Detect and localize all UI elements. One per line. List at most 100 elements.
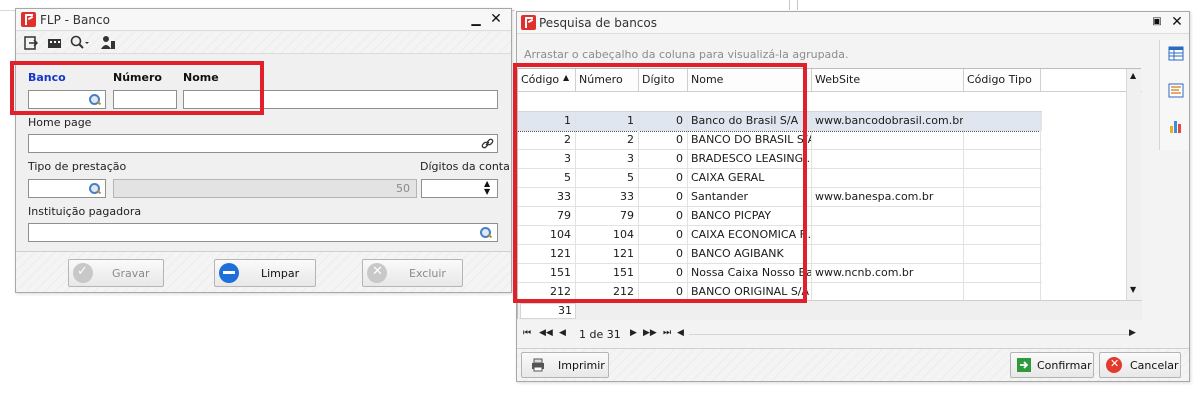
search-icon[interactable]	[70, 35, 90, 50]
next-page-icon[interactable]: ▶	[630, 328, 637, 338]
last-page-icon[interactable]: ⏭	[663, 328, 671, 338]
button-bar: ✓ Gravar Limpar ✕ Excluir	[16, 251, 511, 292]
instituicao-input[interactable]	[28, 223, 498, 242]
table-row[interactable]: 104 104 0 CAIXA ECONOMICA F...	[518, 226, 1042, 245]
pager-divider	[689, 334, 1129, 335]
next-page-group-icon[interactable]: ▶▶	[643, 328, 657, 338]
rows-container: 1 1 0 Banco do Brasil S/A www.bancodobrasil.…	[518, 112, 1042, 300]
cancelar-label: Cancelar	[1130, 359, 1179, 372]
cell-nome: Banco do Brasil S/A	[688, 112, 812, 131]
prestacao-description-field: 50	[113, 179, 417, 198]
table-row[interactable]: 79 79 0 BANCO PICPAY	[518, 207, 1042, 226]
window-title: Pesquisa de bancos	[539, 16, 658, 30]
page-indicator: 1 de 31	[579, 328, 621, 341]
table-row[interactable]: 5 5 0 CAIXA GERAL	[518, 169, 1042, 188]
cell-numero: 5	[576, 169, 639, 188]
column-header-codigo-tipo[interactable]: Código Tipo	[964, 69, 1041, 91]
numero-input[interactable]	[113, 90, 177, 109]
scroll-up-icon[interactable]: ▲	[1130, 71, 1136, 80]
limpar-button[interactable]: Limpar	[214, 259, 316, 287]
search-icon[interactable]	[480, 227, 492, 239]
user-icon[interactable]	[100, 35, 116, 50]
link-icon[interactable]	[481, 137, 494, 150]
table-row[interactable]: 2 2 0 BANCO DO BRASIL S/A	[518, 131, 1042, 150]
cell-digito: 0	[639, 226, 688, 245]
scroll-down-icon[interactable]: ▼	[1130, 285, 1136, 294]
cell-website	[812, 150, 964, 169]
confirm-icon	[1017, 358, 1031, 372]
pager-scroll-left-icon[interactable]: ◀	[677, 328, 684, 338]
footer-row: 31	[518, 300, 1142, 320]
cancelar-button[interactable]: ✕ Cancelar	[1099, 352, 1181, 378]
column-header-codigo[interactable]: Código ▲	[518, 69, 576, 91]
toolbar	[16, 32, 511, 54]
close-button[interactable]: ✕	[488, 11, 504, 27]
grid-view-icon[interactable]	[1168, 46, 1184, 61]
vertical-scrollbar[interactable]: ▲ ▼	[1126, 69, 1141, 300]
cell-codigo-tipo	[964, 245, 1041, 264]
cell-nome: BANCO PICPAY	[688, 207, 812, 226]
table-row[interactable]: 33 33 0 Santander www.banespa.com.br	[518, 188, 1042, 207]
excluir-button[interactable]: ✕ Excluir	[362, 259, 463, 287]
previous-page-icon[interactable]: ◀	[559, 328, 566, 338]
cell-nome: BANCO ORIGINAL S/A	[688, 283, 812, 300]
previous-page-group-icon[interactable]: ◀◀	[539, 328, 553, 338]
title-bar[interactable]: FLP - Banco ▁ ✕	[16, 9, 511, 31]
nome-input[interactable]	[183, 90, 498, 109]
cell-digito: 0	[639, 112, 688, 131]
table-row[interactable]: 3 3 0 BRADESCO LEASING ...	[518, 150, 1042, 169]
cell-numero: 2	[576, 131, 639, 150]
keyboard-icon[interactable]	[47, 36, 63, 50]
form-view-icon[interactable]	[1168, 83, 1184, 98]
column-header-nome[interactable]: Nome	[688, 69, 812, 91]
digitos-conta-stepper[interactable]: ▲ ▼	[421, 179, 498, 198]
cell-website: www.bancodobrasil.com.br	[812, 112, 964, 131]
cell-codigo: 1	[518, 112, 576, 131]
imprimir-label: Imprimir	[558, 359, 605, 372]
background-divider	[797, 0, 798, 10]
cell-codigo-tipo	[964, 112, 1041, 131]
nome-label: Nome	[183, 71, 219, 84]
cell-digito: 0	[639, 188, 688, 207]
group-panel[interactable]: Arrastar o cabeçalho da coluna para visu…	[517, 40, 1158, 68]
gravar-button[interactable]: ✓ Gravar	[68, 259, 164, 287]
chart-icon[interactable]	[1168, 118, 1184, 134]
cell-codigo: 2	[518, 131, 576, 150]
cell-website	[812, 226, 964, 245]
column-header-numero[interactable]: Número	[576, 69, 639, 91]
minimize-button[interactable]: ▁	[468, 11, 484, 27]
column-header-website[interactable]: WebSite	[812, 69, 964, 91]
banco-window: FLP - Banco ▁ ✕ Banco Número Nome Home p…	[10, 8, 512, 293]
imprimir-button[interactable]: Imprimir	[521, 352, 609, 378]
title-bar[interactable]: Pesquisa de bancos ▣ ✕	[517, 12, 1189, 34]
close-button[interactable]: ✕	[1169, 14, 1185, 30]
table-row[interactable]: 121 121 0 BANCO AGIBANK	[518, 245, 1042, 264]
cell-codigo: 151	[518, 264, 576, 283]
confirmar-button[interactable]: Confirmar	[1010, 352, 1094, 378]
banks-grid[interactable]: Código ▲ Número Dígito Nome WebSite Códi…	[517, 68, 1142, 320]
group-hint: Arrastar o cabeçalho da coluna para visu…	[524, 48, 849, 61]
cell-codigo-tipo	[964, 207, 1041, 226]
filter-row[interactable]	[518, 92, 1042, 112]
maximize-button[interactable]: ▣	[1149, 14, 1165, 30]
first-page-icon[interactable]: ⏮	[523, 328, 531, 338]
table-row[interactable]: 1 1 0 Banco do Brasil S/A www.bancodobrasil.…	[518, 112, 1042, 132]
table-row[interactable]: 212 212 0 BANCO ORIGINAL S/A	[518, 283, 1042, 300]
search-icon[interactable]	[89, 94, 101, 106]
column-header-digito[interactable]: Dígito	[639, 69, 688, 91]
cell-codigo: 5	[518, 169, 576, 188]
cell-codigo-tipo	[964, 150, 1041, 169]
cell-numero: 3	[576, 150, 639, 169]
cell-website	[812, 283, 964, 300]
home-page-input[interactable]	[28, 134, 498, 153]
search-icon[interactable]	[89, 183, 101, 195]
cell-nome: BANCO AGIBANK	[688, 245, 812, 264]
banco-code-input[interactable]	[28, 90, 106, 109]
table-row[interactable]: 151 151 0 Nossa Caixa Nosso Ba... www.ncnb.c…	[518, 264, 1042, 283]
pager-scroll-right-icon[interactable]: ▶	[1129, 328, 1136, 338]
stepper-arrows-icon[interactable]: ▲ ▼	[484, 180, 490, 196]
column-header-label: Código Tipo	[967, 73, 1032, 86]
tipo-prestacao-input[interactable]	[28, 179, 106, 198]
exit-icon[interactable]	[24, 36, 38, 50]
button-bar: Imprimir Confirmar ✕ Cancelar	[517, 348, 1189, 381]
